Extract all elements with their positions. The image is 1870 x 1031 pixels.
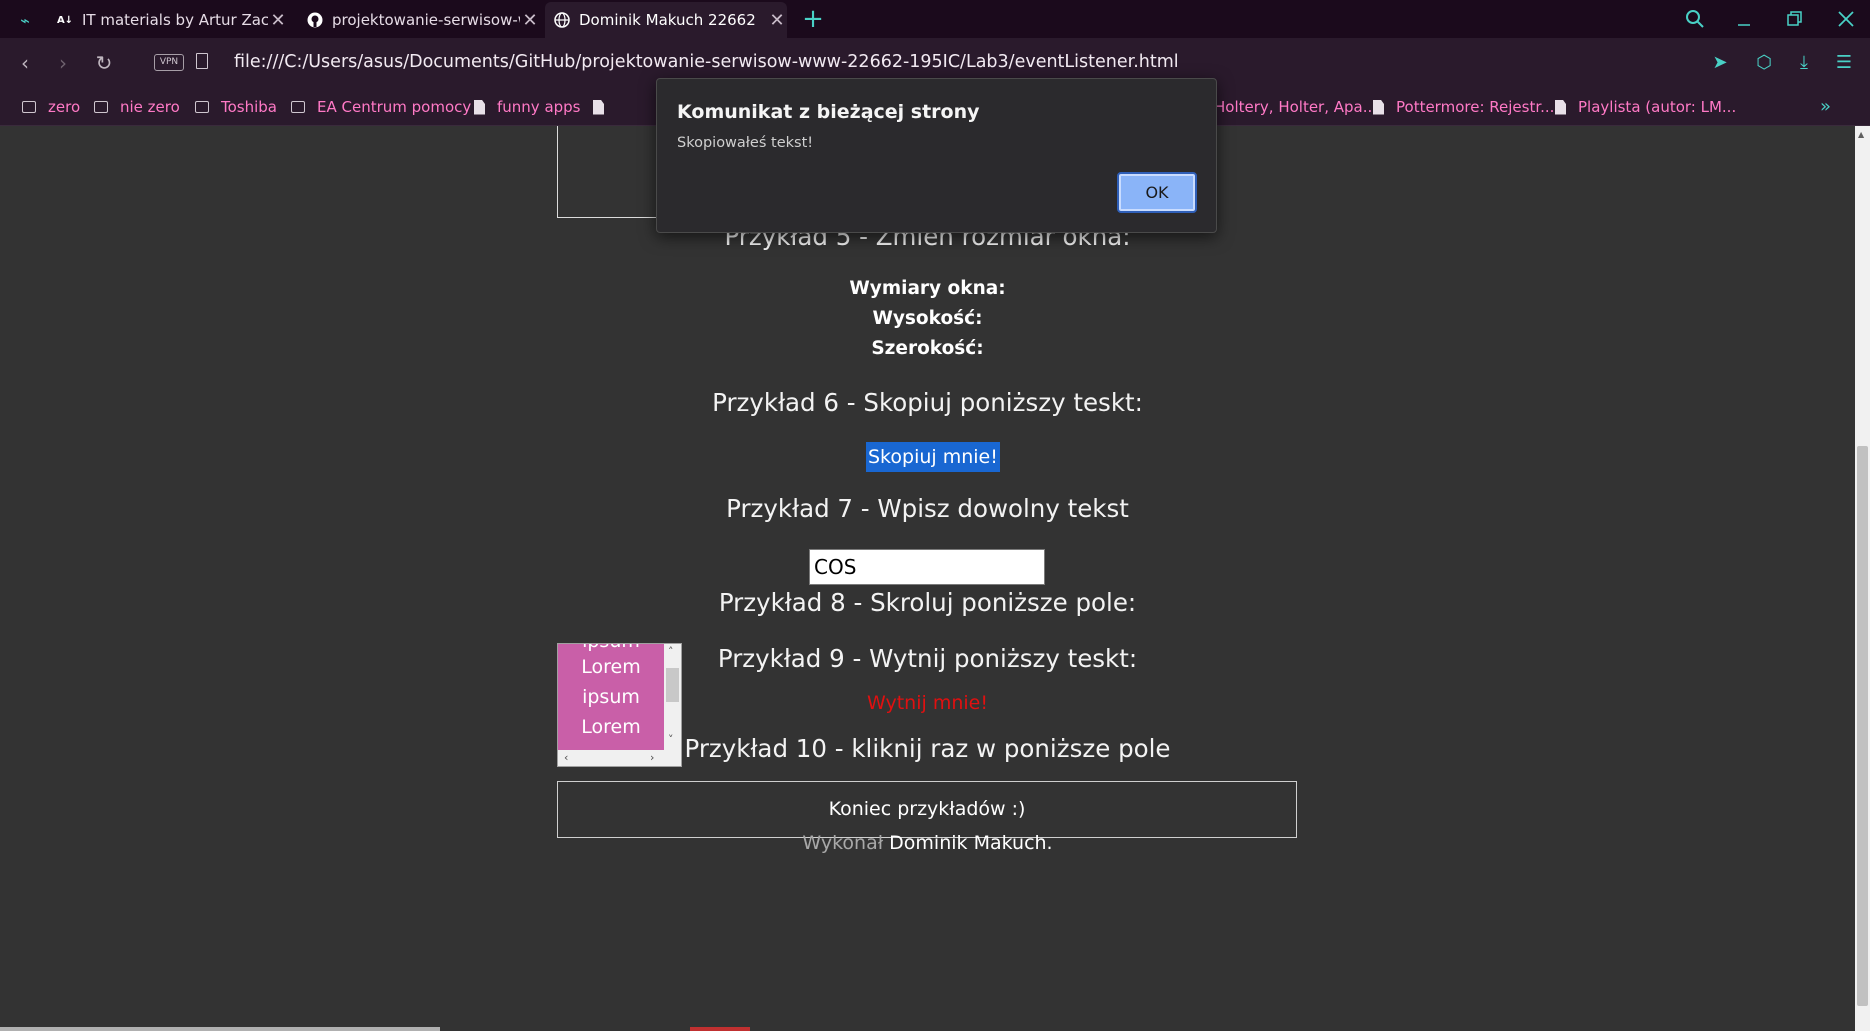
chevron-up-icon[interactable]: ▲ [1858, 130, 1864, 139]
bookmark-label: funny apps [497, 98, 581, 116]
bookmark-label: Pottermore: Rejestr... [1396, 98, 1555, 116]
folder-icon [291, 101, 305, 113]
forward-icon[interactable]: › [50, 50, 76, 76]
reload-icon[interactable]: ↻ [91, 50, 117, 76]
tab-github[interactable]: projektowanie-serwisow-www ✕ [298, 2, 540, 38]
file-icon [1555, 99, 1566, 115]
box-icon[interactable]: ⬡ [1751, 50, 1777, 76]
minimize-icon[interactable] [1724, 0, 1764, 38]
bookmark-label: Toshiba [221, 98, 277, 116]
bookmark-label: Playlista (autor: LM... [1578, 98, 1737, 116]
restore-icon[interactable] [1775, 0, 1815, 38]
example6-heading: Przykład 6 - Skopiuj poniższy teskt: [712, 388, 1143, 417]
bookmark-playlista[interactable]: Playlista (autor: LM... [1555, 88, 1736, 126]
tab-title: projektowanie-serwisow-www [332, 11, 520, 29]
file-icon [1373, 99, 1384, 115]
file-icon [196, 53, 208, 69]
folder-icon [195, 101, 209, 113]
az-sort-icon: A↓ [56, 14, 74, 26]
bookmark-funny-apps[interactable]: funny apps [474, 88, 581, 126]
bookmark-holtery[interactable]: Holtery, Holter, Apa... [1214, 88, 1377, 126]
page-content: Przykład 5 - Zmień rozmiar okna: Wymiary… [0, 126, 1855, 1031]
example8-heading: Przykład 8 - Skroluj poniższe pole: [718, 588, 1137, 617]
example7-heading: Przykład 7 - Wpisz dowolny tekst [726, 494, 1129, 523]
free-text-input[interactable]: COS [809, 549, 1045, 585]
globe-icon [553, 11, 571, 29]
alert-dialog: Komunikat z bieżącej strony Skopiowałeś … [656, 78, 1217, 233]
copy-me-text[interactable]: Skopiuj mnie! [866, 442, 1000, 472]
github-icon [306, 11, 324, 29]
bookmark-label: Holtery, Holter, Apa... [1214, 98, 1378, 116]
bookmark-zero[interactable]: zero [22, 88, 80, 126]
footer-prefix: Wykonał [802, 832, 884, 854]
page-scrollbar-thumb[interactable] [1857, 446, 1868, 1006]
tab-title: IT materials by Artur Zacniewski [82, 11, 268, 29]
new-tab-icon[interactable]: + [798, 4, 828, 34]
bookmark-label: nie zero [120, 98, 180, 116]
dialog-title: Komunikat z bieżącej strony [677, 101, 980, 123]
tab-dominik-makuch[interactable]: Dominik Makuch 22662 ✕ [545, 2, 787, 38]
back-icon[interactable]: ‹ [12, 50, 38, 76]
vpn-badge[interactable]: VPN [154, 54, 184, 71]
download-icon[interactable]: ⤓ [1791, 50, 1817, 76]
bookmark-hidden[interactable] [593, 88, 616, 126]
page-scrollbar[interactable]: ▲ [1855, 126, 1870, 1031]
settings-icon[interactable]: ☰ [1831, 50, 1857, 76]
folder-icon [94, 101, 108, 113]
ok-button[interactable]: OK [1117, 172, 1197, 213]
send-icon[interactable]: ➤ [1707, 50, 1733, 76]
red-element-edge [690, 1027, 750, 1031]
url-field[interactable]: file:///C:/Users/asus/Documents/GitHub/p… [234, 50, 1179, 74]
folder-icon [22, 101, 36, 113]
file-icon [474, 99, 485, 115]
bookmark-nie-zero[interactable]: nie zero [94, 88, 180, 126]
window-dimensions-label: Wymiary okna: [849, 278, 1006, 299]
close-window-icon[interactable] [1826, 0, 1866, 38]
cut-me-text[interactable]: Wytnij mnie! [0, 692, 1855, 714]
footer-author: Dominik Makuch. [889, 832, 1053, 854]
horizontal-scroll-indicator [0, 1027, 440, 1031]
bookmark-pottermore[interactable]: Pottermore: Rejestr... [1373, 88, 1554, 126]
bookmark-ea-centrum-pomocy[interactable]: EA Centrum pomocy [291, 88, 471, 126]
window-height-label: Wysokość: [872, 308, 983, 329]
tab-title: Dominik Makuch 22662 [579, 11, 756, 29]
example9-heading: Przykład 9 - Wytnij poniższy teskt: [717, 644, 1138, 673]
window-width-label: Szerokość: [871, 338, 984, 359]
page-footer: Wykonał Dominik Makuch. [0, 832, 1855, 854]
search-icon[interactable] [1675, 0, 1715, 38]
bookmark-label: zero [48, 98, 81, 116]
bookmark-toshiba[interactable]: Toshiba [195, 88, 277, 126]
tab-bar: ⌁ A↓ IT materials by Artur Zacniewski ✕ … [0, 0, 1870, 38]
click-once-box[interactable]: Koniec przykładów :) [557, 781, 1297, 838]
chevron-double-right-icon[interactable]: » [1820, 96, 1831, 117]
close-icon[interactable]: ✕ [268, 10, 288, 31]
dialog-message: Skopiowałeś tekst! [677, 135, 814, 151]
close-icon[interactable]: ✕ [520, 10, 540, 31]
example10-heading: Przykład 10 - kliknij raz w poniższe pol… [684, 734, 1171, 763]
tab-it-materials[interactable]: A↓ IT materials by Artur Zacniewski ✕ [48, 2, 288, 38]
gamepad-icon[interactable]: ⌁ [10, 2, 40, 38]
file-icon [593, 99, 604, 115]
bookmark-label: EA Centrum pomocy [317, 98, 472, 116]
close-icon[interactable]: ✕ [767, 10, 787, 31]
